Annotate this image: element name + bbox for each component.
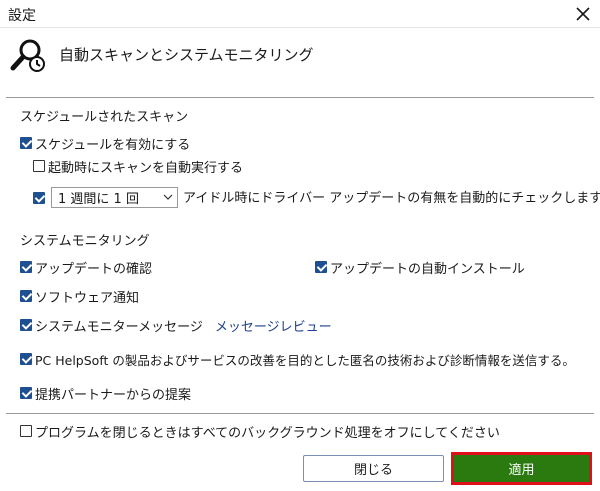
- system-monitor-label: システムモニターメッセージ: [35, 319, 203, 335]
- partner-offers-option[interactable]: 提携パートナーからの提案: [20, 384, 192, 403]
- apply-button[interactable]: 適用: [451, 452, 592, 485]
- software-notify-option[interactable]: ソフトウェア通知: [20, 287, 140, 306]
- frequency-option[interactable]: [33, 189, 45, 207]
- update-check-option[interactable]: アップデートの確認: [20, 258, 153, 277]
- update-check-label: アップデートの確認: [35, 261, 153, 277]
- scan-monitor-icon: [8, 36, 48, 76]
- background-off-label: プログラムを閉じるときはすべてのバックグラウンド処理をオフにしてください: [35, 425, 500, 441]
- scheduled-scan-title: スケジュールされたスキャン: [20, 110, 189, 125]
- divider-top: [6, 97, 594, 98]
- frequency-select[interactable]: 1 週間に 1 回: [51, 187, 178, 208]
- startup-scan-option[interactable]: 起動時にスキャンを自動実行する: [33, 157, 244, 176]
- partner-offers-label: 提携パートナーからの提案: [35, 387, 192, 403]
- partner-offers-checkbox[interactable]: [20, 387, 32, 399]
- enable-schedule-option[interactable]: スケジュールを有効にする: [20, 134, 191, 153]
- frequency-value: 1 週間に 1 回: [58, 192, 139, 207]
- anon-info-option[interactable]: PC HelpSoft の製品およびサービスの改善を目的とした匿名の技術および診…: [20, 350, 575, 368]
- window-title: 設定: [8, 8, 36, 24]
- dialog-heading: 自動スキャンとシステムモニタリング: [59, 46, 314, 64]
- background-off-option[interactable]: プログラムを閉じるときはすべてのバックグラウンド処理をオフにしてください: [20, 422, 500, 441]
- system-monitoring-title: システムモニタリング: [20, 234, 150, 249]
- anon-info-label: PC HelpSoft の製品およびサービスの改善を目的とした匿名の技術および診…: [35, 352, 575, 368]
- frequency-suffix-row: アイドル時にドライバー アップデートの有無を自動的にチェックします: [183, 187, 600, 206]
- update-auto-install-label: アップデートの自動インストール: [330, 261, 525, 277]
- frequency-checkbox[interactable]: [33, 192, 45, 204]
- update-auto-install-checkbox[interactable]: [315, 261, 327, 273]
- divider-bottom: [6, 413, 594, 414]
- system-monitor-option[interactable]: システムモニターメッセージ メッセージレビュー: [20, 316, 332, 335]
- enable-schedule-checkbox[interactable]: [20, 137, 32, 149]
- background-off-checkbox[interactable]: [20, 425, 32, 437]
- message-review-link[interactable]: メッセージレビュー: [215, 316, 332, 335]
- frequency-suffix-label: アイドル時にドライバー アップデートの有無を自動的にチェックします: [183, 190, 600, 206]
- startup-scan-checkbox[interactable]: [33, 160, 45, 172]
- enable-schedule-label: スケジュールを有効にする: [35, 137, 191, 153]
- update-check-checkbox[interactable]: [20, 261, 32, 273]
- title-bar: 設定: [0, 0, 600, 28]
- software-notify-checkbox[interactable]: [20, 290, 32, 302]
- update-auto-install-option[interactable]: アップデートの自動インストール: [315, 258, 525, 277]
- system-monitor-checkbox[interactable]: [20, 319, 32, 331]
- software-notify-label: ソフトウェア通知: [35, 290, 140, 306]
- anon-info-checkbox[interactable]: [20, 353, 32, 365]
- close-icon[interactable]: [570, 1, 596, 27]
- dialog-header: 自動スキャンとシステムモニタリング: [0, 28, 600, 90]
- close-button[interactable]: 閉じる: [303, 455, 444, 482]
- startup-scan-label: 起動時にスキャンを自動実行する: [48, 160, 244, 176]
- chevron-down-icon: [163, 194, 173, 200]
